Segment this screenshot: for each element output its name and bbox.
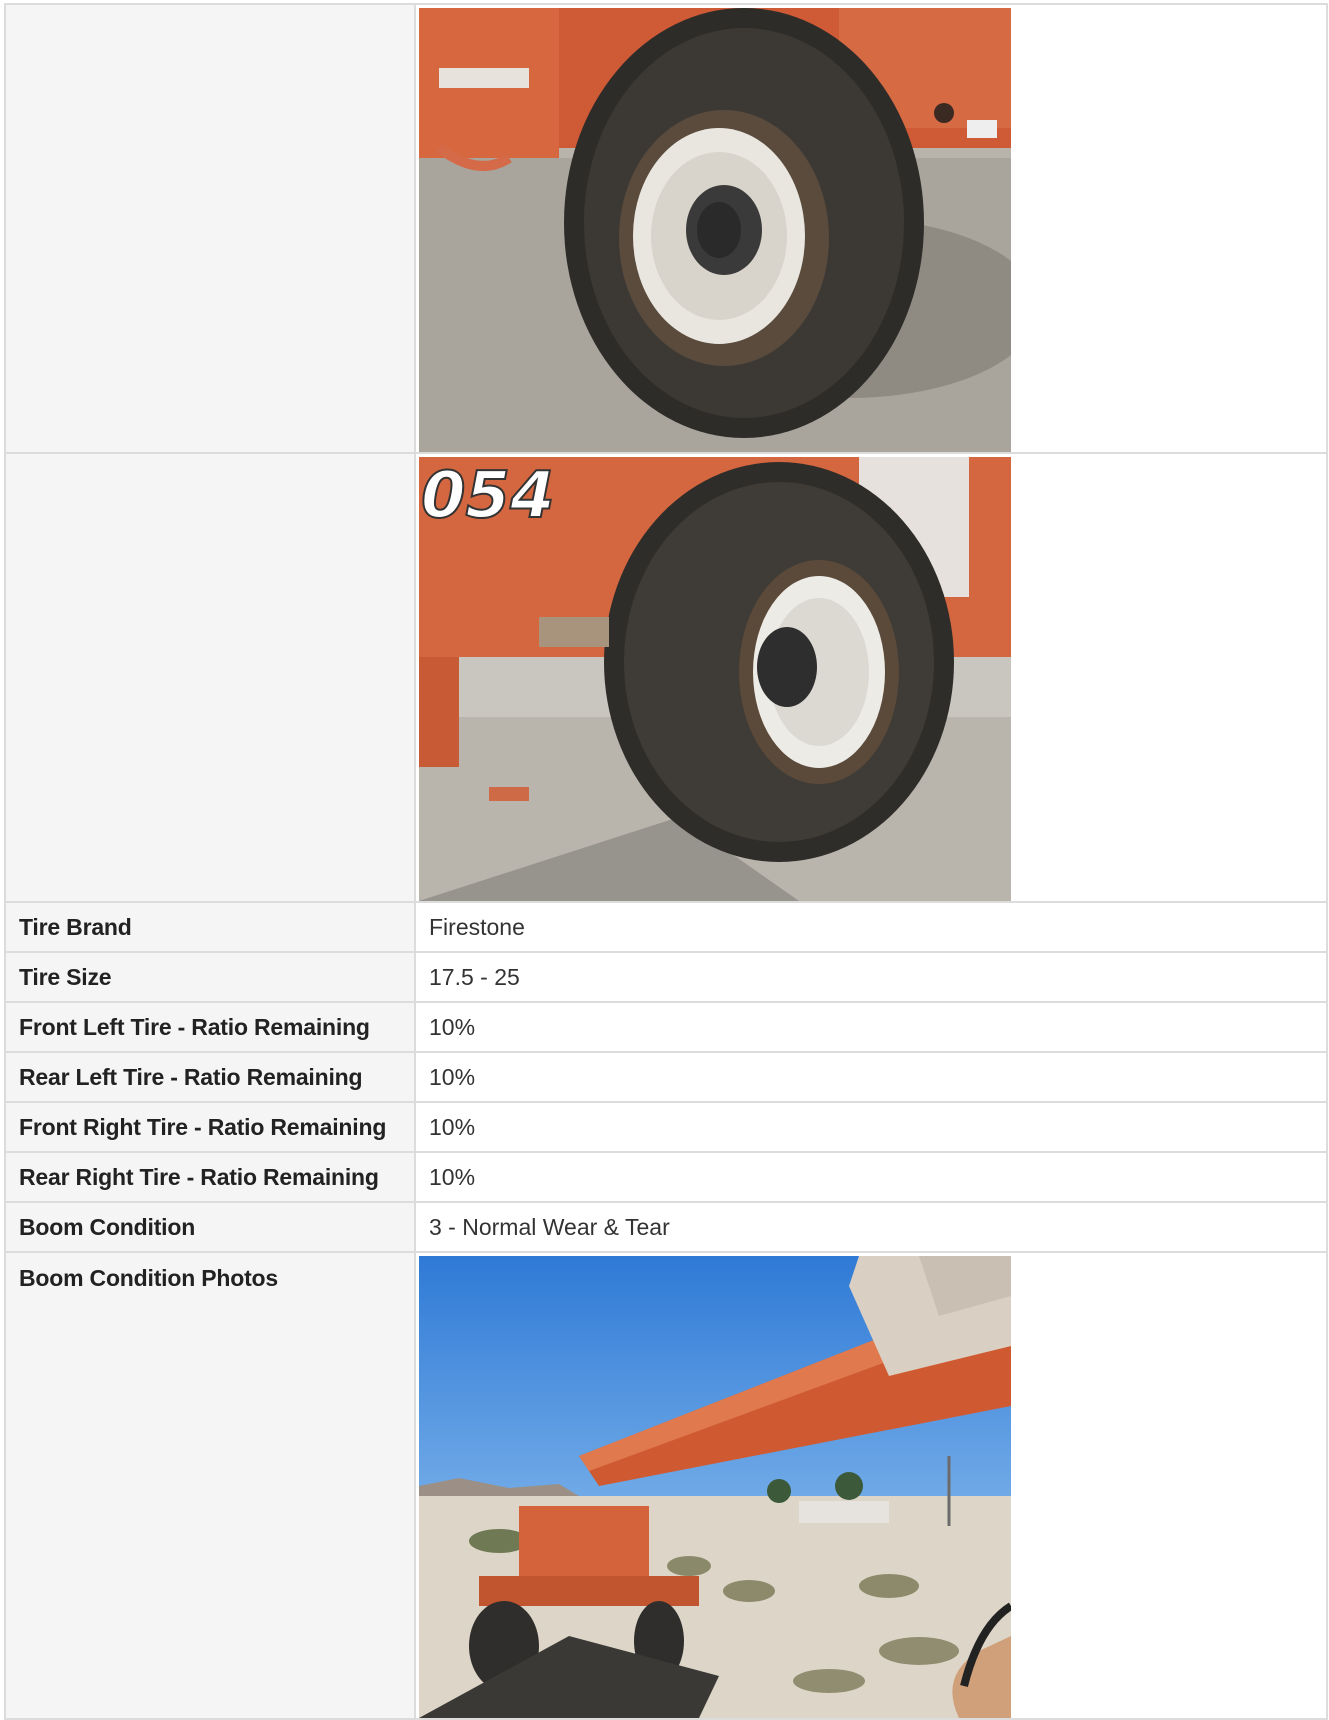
row-label: [4, 452, 416, 903]
tire-photo-2[interactable]: 054: [419, 457, 1011, 901]
row-value: 10%: [414, 1151, 1328, 1203]
row-label: Rear Right Tire - Ratio Remaining: [4, 1151, 416, 1203]
tire-photo-1[interactable]: [419, 8, 1011, 452]
row-label: Boom Condition: [4, 1201, 416, 1253]
table-row: Rear Right Tire - Ratio Remaining 10%: [4, 1151, 1328, 1203]
decal-text: 054: [421, 459, 555, 533]
row-value: 3 - Normal Wear & Tear: [414, 1201, 1328, 1253]
row-value: 10%: [414, 1001, 1328, 1053]
table-row: Boom Condition 3 - Normal Wear & Tear: [4, 1201, 1328, 1253]
table-row: Boom Condition Photos: [4, 1251, 1328, 1720]
table-row: Front Right Tire - Ratio Remaining 10%: [4, 1101, 1328, 1153]
table-row: Tire Size 17.5 - 25: [4, 951, 1328, 1003]
row-value: 10%: [414, 1101, 1328, 1153]
boom-photo[interactable]: [419, 1256, 1011, 1718]
row-value: [414, 1251, 1328, 1720]
row-label: Boom Condition Photos: [4, 1251, 416, 1720]
row-label: Rear Left Tire - Ratio Remaining: [4, 1051, 416, 1103]
row-value: [414, 3, 1328, 454]
row-value: 17.5 - 25: [414, 951, 1328, 1003]
row-label: Front Left Tire - Ratio Remaining: [4, 1001, 416, 1053]
inspection-table: 054 Tire Brand Firestone Tire Size 17.5 …: [4, 3, 1328, 1720]
table-row: 054: [4, 452, 1328, 903]
table-row: Rear Left Tire - Ratio Remaining 10%: [4, 1051, 1328, 1103]
row-label: Tire Size: [4, 951, 416, 1003]
table-row: Tire Brand Firestone: [4, 901, 1328, 953]
row-label: Front Right Tire - Ratio Remaining: [4, 1101, 416, 1153]
row-label: Tire Brand: [4, 901, 416, 953]
row-value: 10%: [414, 1051, 1328, 1103]
row-label: [4, 3, 416, 454]
table-row: [4, 3, 1328, 454]
table-row: Front Left Tire - Ratio Remaining 10%: [4, 1001, 1328, 1053]
row-value: Firestone: [414, 901, 1328, 953]
row-value: 054: [414, 452, 1328, 903]
